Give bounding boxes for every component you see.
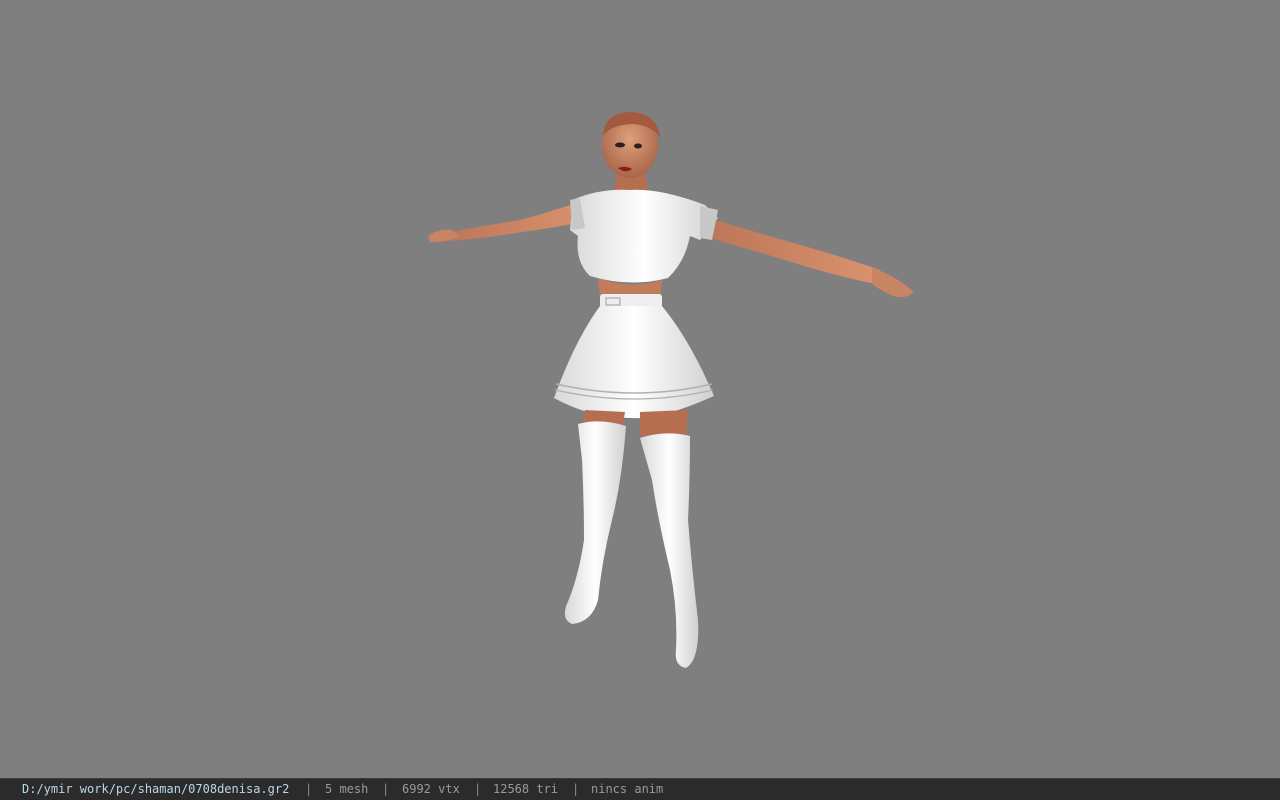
waistband bbox=[600, 294, 662, 308]
status-animation: nincs anim bbox=[591, 782, 664, 796]
status-file-path: D:/ymir work/pc/shaman/0708denisa.gr2 bbox=[22, 782, 290, 796]
status-separator: | bbox=[382, 782, 390, 796]
status-separator: | bbox=[474, 782, 482, 796]
left-boot bbox=[564, 421, 626, 624]
status-separator: | bbox=[305, 782, 313, 796]
shirt bbox=[570, 189, 718, 283]
right-eye bbox=[634, 143, 642, 149]
status-triangle-count: 12568 tri bbox=[493, 782, 559, 796]
3d-viewport[interactable] bbox=[0, 0, 1280, 778]
character-model bbox=[428, 112, 914, 668]
left-eye bbox=[615, 142, 625, 148]
status-mesh-count: 5 mesh bbox=[325, 782, 369, 796]
status-separator: | bbox=[572, 782, 580, 796]
status-bar: D:/ymir work/pc/shaman/0708denisa.gr2 | … bbox=[0, 778, 1280, 800]
right-hand bbox=[872, 268, 914, 298]
status-vertex-count: 6992 vtx bbox=[402, 782, 460, 796]
right-arm bbox=[688, 212, 880, 284]
skirt bbox=[554, 306, 714, 419]
right-boot bbox=[640, 433, 699, 668]
right-thigh bbox=[640, 410, 688, 436]
